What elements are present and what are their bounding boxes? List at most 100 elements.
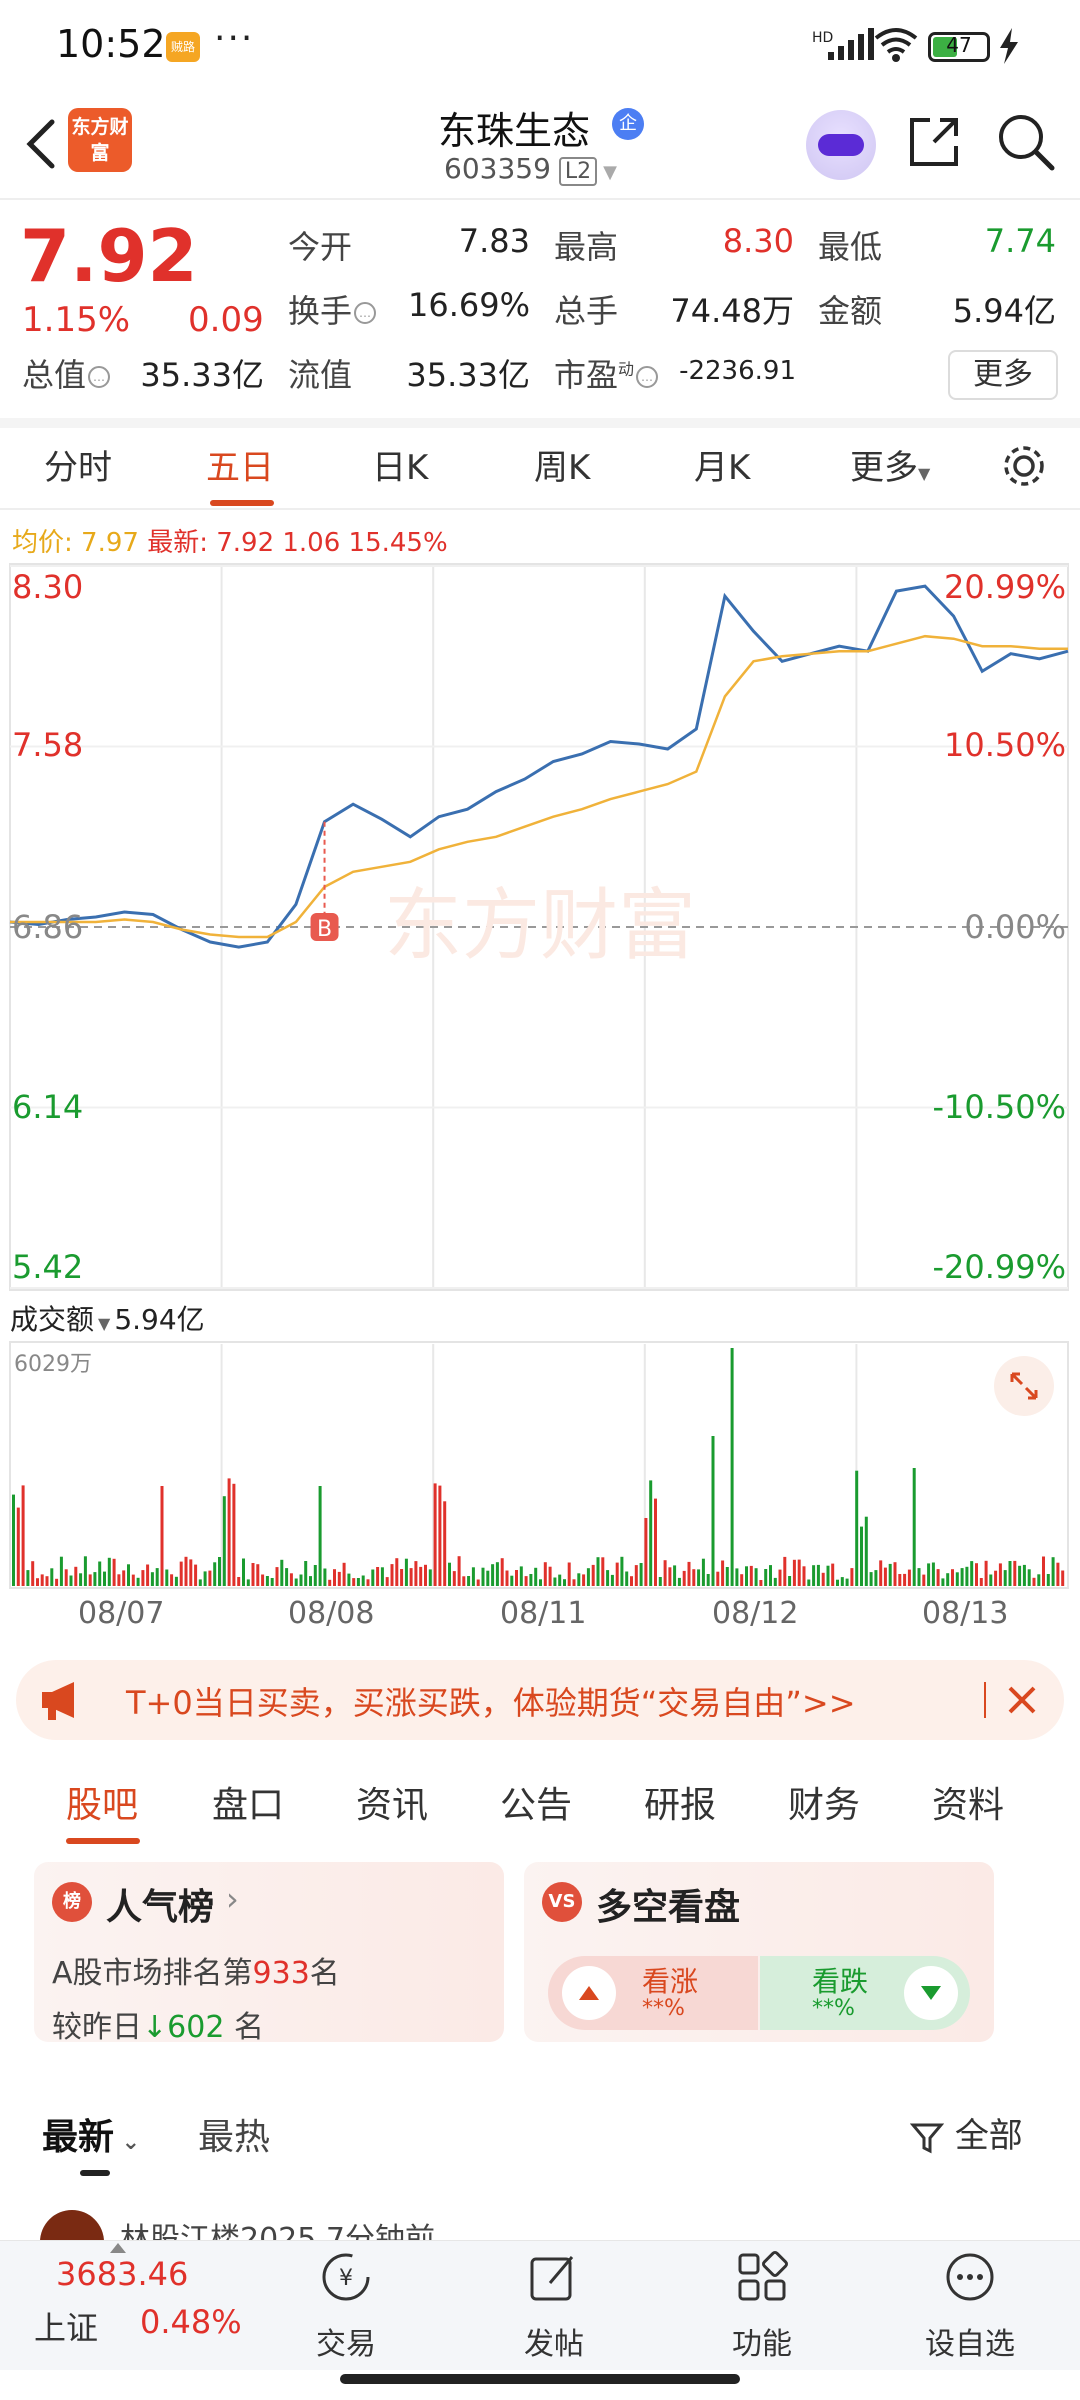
rank-change-prefix: 较昨日 xyxy=(52,2010,142,2045)
volume-bar xyxy=(864,1516,868,1586)
volume-bar xyxy=(313,1565,317,1586)
stock-code: 603359 xyxy=(444,152,551,185)
chevron-down-icon: ⌄ xyxy=(114,2130,141,2155)
volume-bar xyxy=(927,1563,931,1586)
index-name[interactable]: 上证 xyxy=(34,2303,98,2349)
market-cap-label[interactable]: 总值… xyxy=(22,350,111,396)
share-icon[interactable] xyxy=(904,112,964,172)
nav-post[interactable]: 发帖 xyxy=(484,2241,624,2371)
bullish-value: **% xyxy=(642,1996,685,2021)
more-quote-button[interactable]: 更多 xyxy=(948,350,1058,400)
quote-panel: 7.92 1.15% 0.09 今开 7.83 最高 8.30 最低 7.74 … xyxy=(0,200,1080,416)
card-title: 多空看盘 xyxy=(596,1887,741,1928)
volume-bar xyxy=(366,1579,370,1586)
tab-guba[interactable]: 股吧 xyxy=(66,1776,138,1828)
nav-trade[interactable]: ¥ 交易 xyxy=(276,2241,416,2371)
volume-bar xyxy=(438,1485,442,1586)
arrow-up-icon xyxy=(562,1966,616,2020)
volume-bar xyxy=(644,1518,648,1586)
app-logo[interactable]: 东方财富 xyxy=(68,108,132,172)
vote-bearish-button[interactable]: 看跌 **% xyxy=(760,1956,970,2030)
pe-label[interactable]: 市盈动… xyxy=(554,350,659,396)
volume-selector[interactable]: 成交额 ▼ 5.94亿 xyxy=(10,1298,205,1338)
y-tick-left: 6.14 xyxy=(12,1088,84,1126)
avatar[interactable] xyxy=(40,2210,104,2244)
sort-newest[interactable]: 最新 ⌄ xyxy=(42,2108,140,2160)
search-icon[interactable] xyxy=(994,110,1056,172)
x-tick: 08/08 xyxy=(288,1596,375,1631)
volume-bar xyxy=(150,1572,154,1586)
x-tick: 08/12 xyxy=(712,1596,799,1631)
sort-hottest[interactable]: 最热 xyxy=(198,2108,270,2160)
volume-bar xyxy=(850,1568,854,1586)
volume-bar xyxy=(500,1558,504,1586)
volume-bar xyxy=(251,1563,255,1586)
volume-bar xyxy=(1022,1564,1026,1586)
volume-bar xyxy=(232,1483,236,1586)
popularity-card[interactable]: 榜 人气榜 › A股市场排名第933名 较昨日↓602 名 xyxy=(34,1862,504,2045)
current-price: 7.92 xyxy=(20,214,198,298)
low-label: 最低 xyxy=(818,228,883,266)
turnover-label-text: 换手 xyxy=(288,292,353,330)
volume-bar xyxy=(869,1572,873,1586)
promo-banner[interactable]: T+0当日买卖，买涨买跌，体验期货“交易自由”>> xyxy=(16,1660,1064,1740)
volume-bar xyxy=(74,1566,78,1586)
tab-five-day[interactable]: 五日 xyxy=(206,440,274,489)
price-chart[interactable]: 东方财富 B xyxy=(0,562,1080,1292)
back-arrow-icon[interactable] xyxy=(20,114,64,174)
tab-news[interactable]: 资讯 xyxy=(356,1776,428,1828)
expand-up-icon[interactable] xyxy=(110,2243,126,2253)
nav-functions[interactable]: 功能 xyxy=(692,2241,832,2371)
volume-bar xyxy=(318,1486,322,1586)
vote-bullish-button[interactable]: 看涨 **% xyxy=(548,1956,758,2030)
tab-profile[interactable]: 资料 xyxy=(932,1776,1004,1828)
index-pct[interactable]: 0.48% xyxy=(140,2303,242,2341)
tab-announcements[interactable]: 公告 xyxy=(500,1776,572,1828)
tab-daily-k[interactable]: 日K xyxy=(372,440,428,489)
bearish-value: **% xyxy=(812,1996,855,2021)
stock-code-row[interactable]: 603359 L2 ▼ xyxy=(444,152,617,186)
close-icon[interactable] xyxy=(1000,1678,1044,1722)
gear-icon[interactable] xyxy=(998,440,1050,492)
tab-pankou[interactable]: 盘口 xyxy=(212,1776,284,1828)
turnover-label[interactable]: 换手… xyxy=(288,286,377,332)
tab-research[interactable]: 研报 xyxy=(644,1776,716,1828)
info-icon[interactable]: … xyxy=(636,366,659,388)
index-value[interactable]: 3683.46 xyxy=(56,2255,188,2293)
volume-bar xyxy=(639,1563,643,1586)
volume-chart[interactable] xyxy=(0,1340,1080,1590)
info-icon[interactable]: … xyxy=(354,302,377,324)
volume-bar xyxy=(107,1557,111,1586)
home-indicator[interactable] xyxy=(340,2374,740,2384)
tab-more[interactable]: 更多▼ xyxy=(850,440,930,489)
volume-bar xyxy=(146,1564,150,1586)
tab-intraday[interactable]: 分时 xyxy=(44,440,112,489)
volume-bar xyxy=(160,1486,164,1586)
volume-bar xyxy=(433,1483,437,1586)
volume-bar xyxy=(677,1577,681,1586)
latest-value: 7.92 xyxy=(216,528,275,558)
volume-bar xyxy=(385,1577,389,1586)
nav-add-watchlist[interactable]: 设自选 xyxy=(900,2241,1040,2371)
market-rank: A股市场排名第933名 xyxy=(52,1948,340,1992)
expand-icon xyxy=(1010,1372,1038,1400)
volume-bar xyxy=(1018,1565,1022,1586)
market-cap-value: 35.33亿 xyxy=(140,356,264,394)
tab-finance[interactable]: 财务 xyxy=(788,1776,860,1828)
filter-button[interactable]: 全部 xyxy=(909,2108,1023,2157)
volume-bar xyxy=(994,1570,998,1586)
volume-bar xyxy=(213,1562,217,1586)
volume-bar xyxy=(534,1567,538,1586)
volume-bar xyxy=(376,1567,380,1586)
tab-weekly-k[interactable]: 周K xyxy=(534,440,590,489)
volume-bar xyxy=(189,1559,193,1586)
chart-legend: 均价: 7.97 最新: 7.92 1.06 15.45% xyxy=(12,522,448,559)
volume-bar xyxy=(840,1577,844,1586)
volume-bar xyxy=(563,1579,566,1586)
tab-monthly-k[interactable]: 月K xyxy=(694,440,750,489)
expand-chart-button[interactable] xyxy=(994,1356,1054,1416)
ai-assistant-icon[interactable] xyxy=(806,110,876,180)
info-icon[interactable]: … xyxy=(88,366,111,388)
float-cap-label: 流值 xyxy=(288,356,353,394)
section-tabs: 股吧 盘口 资讯 公告 研报 财务 资料 xyxy=(0,1756,1080,1846)
